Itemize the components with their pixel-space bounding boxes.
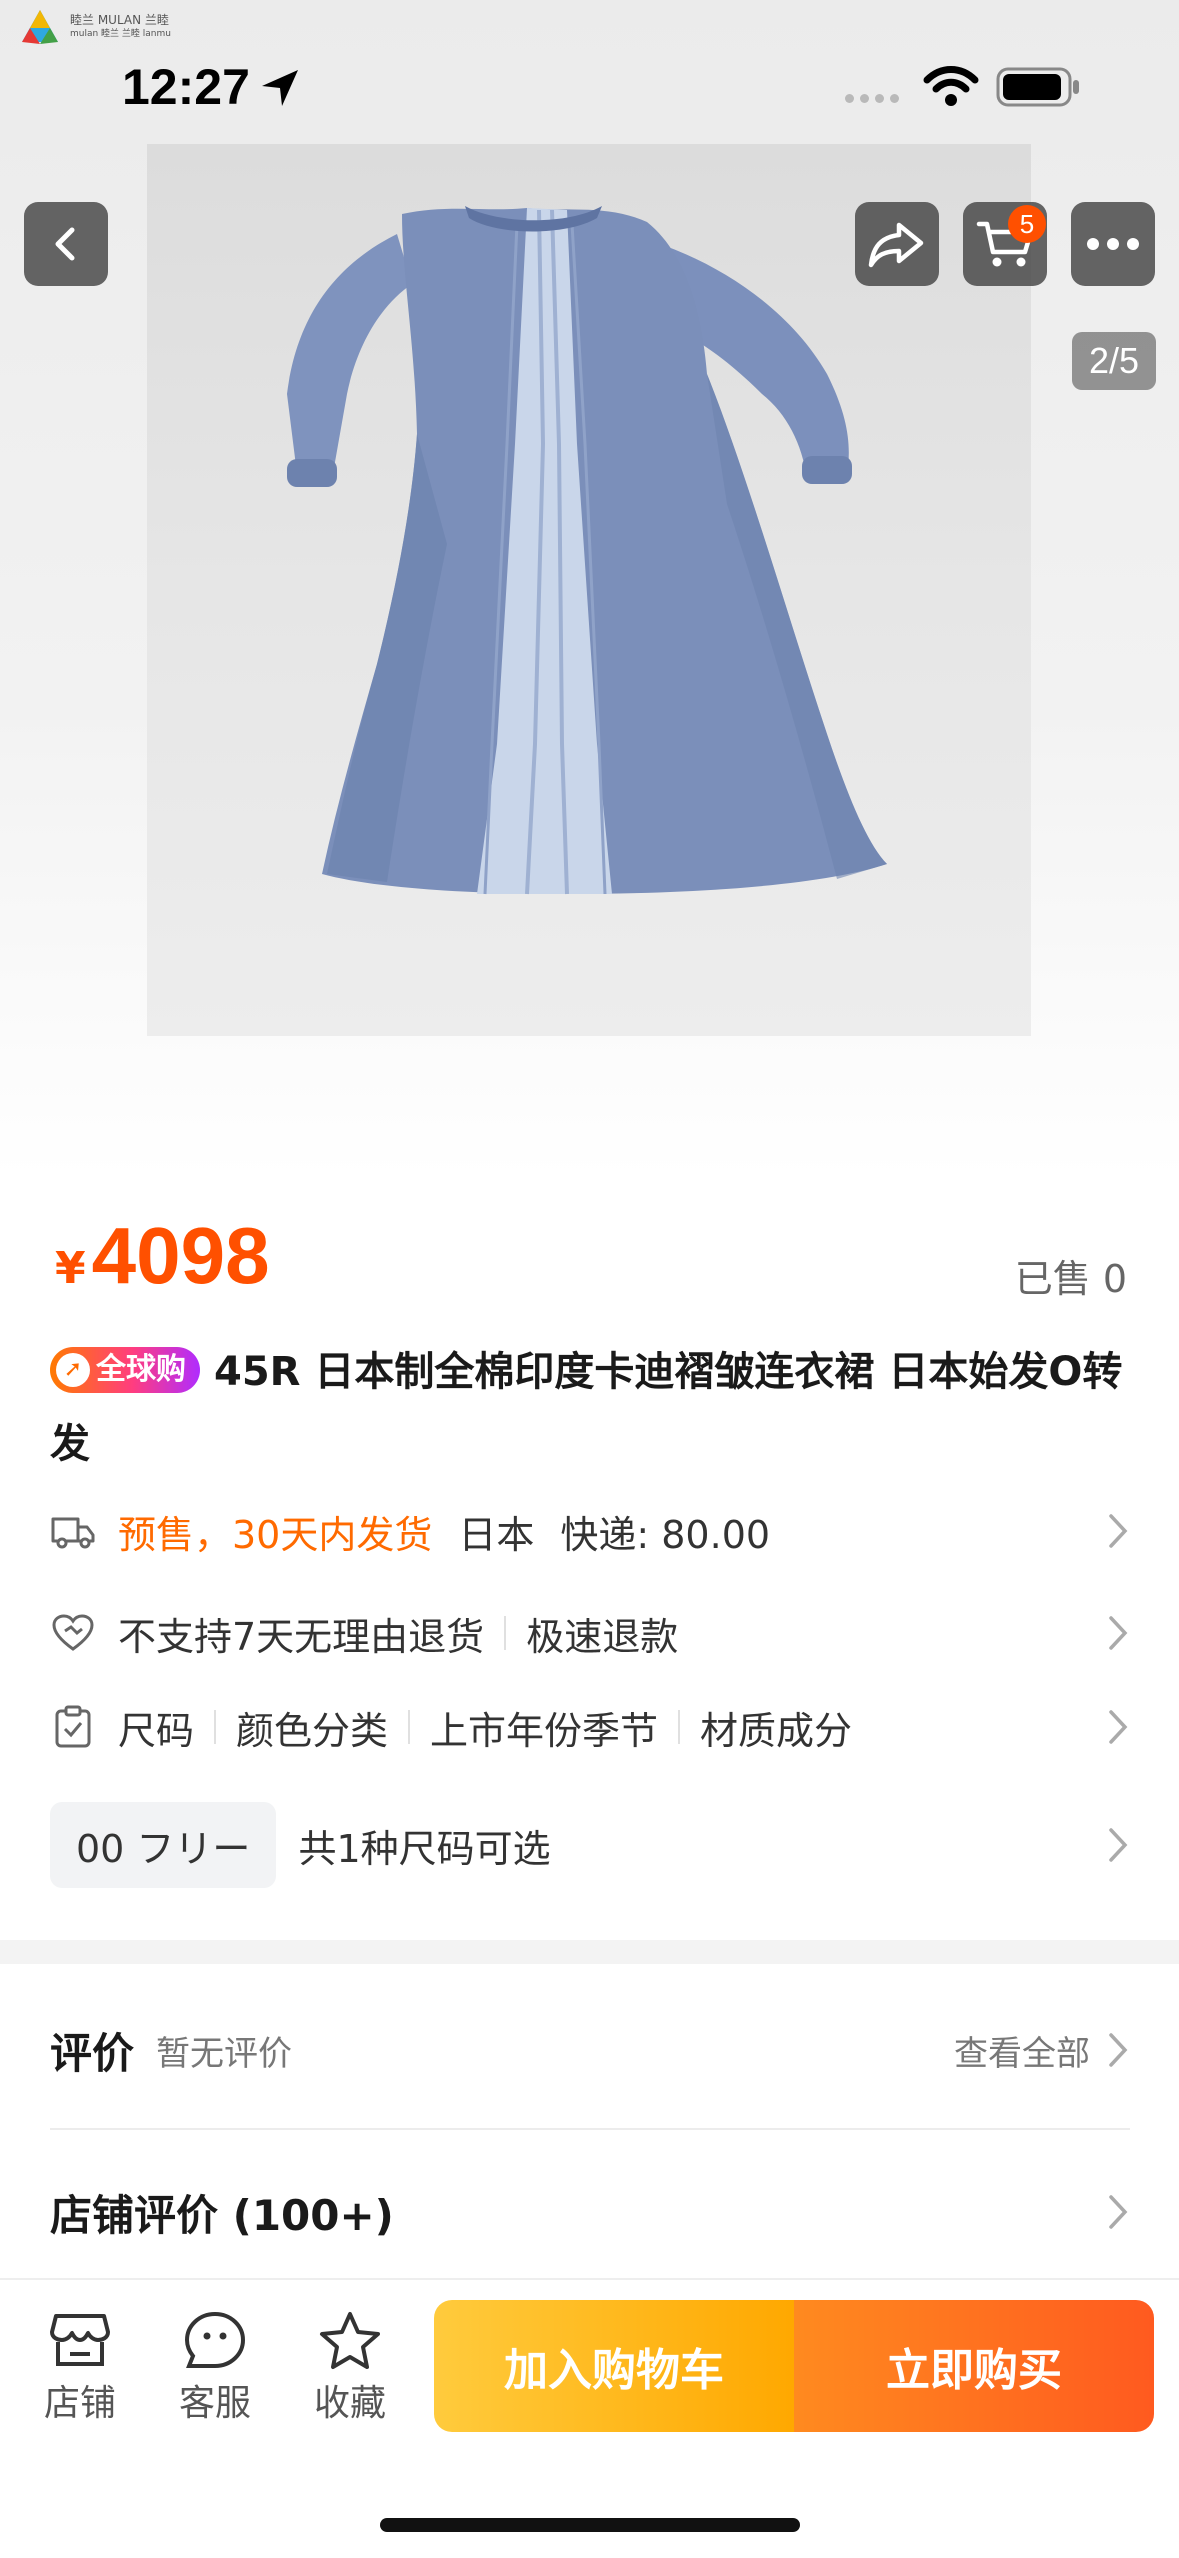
express-fee: 快递: 80.00 bbox=[560, 1512, 771, 1557]
global-buy-label: 全球购 bbox=[96, 1352, 186, 1387]
global-buy-tag: ➚ 全球购 bbox=[50, 1347, 200, 1393]
view-all-reviews-link[interactable]: 查看全部 bbox=[954, 2026, 1090, 2075]
battery-icon bbox=[996, 67, 1079, 107]
chat-smile-icon bbox=[184, 2311, 246, 2368]
location-arrow-icon bbox=[262, 70, 298, 106]
delivery-truck-icon bbox=[50, 1508, 96, 1554]
shop-reviews-title: 店铺评价 (100+) bbox=[50, 2190, 394, 2240]
ship-origin: 日本 bbox=[458, 1512, 535, 1557]
bottom-action-bar: 店铺 客服 收藏 加入购物车 立即购买 bbox=[0, 2278, 1179, 2558]
price: ¥ 4098 bbox=[55, 1210, 270, 1302]
param-material: 材质成分 bbox=[700, 1708, 853, 1753]
customer-service-tab[interactable]: 客服 bbox=[165, 2310, 265, 2426]
mulan-logo-icon bbox=[22, 10, 58, 44]
param-size: 尺码 bbox=[118, 1708, 195, 1753]
heart-shield-icon bbox=[50, 1610, 96, 1656]
cellular-signal-icon bbox=[845, 94, 899, 103]
separator bbox=[408, 1710, 411, 1744]
home-indicator bbox=[380, 2518, 800, 2532]
star-icon bbox=[320, 2312, 380, 2369]
chevron-right-icon bbox=[1109, 1616, 1128, 1650]
product-title: ➚ 全球购 45R 日本制全棉印度卡迪褶皱连衣裙 日本始发O转发 bbox=[50, 1336, 1130, 1480]
price-currency: ¥ bbox=[55, 1243, 86, 1294]
shop-reviews-row[interactable]: 店铺评价 (100+) bbox=[50, 2172, 1130, 2252]
price-value: 4098 bbox=[91, 1211, 270, 1300]
divider bbox=[50, 2128, 1130, 2130]
section-divider bbox=[0, 1940, 1179, 1964]
share-icon bbox=[868, 222, 924, 268]
chevron-right-icon bbox=[1109, 2033, 1128, 2067]
reviews-empty-text: 暂无评价 bbox=[156, 2033, 293, 2074]
size-count-note: 共1种尺码可选 bbox=[298, 1826, 551, 1871]
no-return-text: 不支持7天无理由退货 bbox=[118, 1614, 485, 1659]
cart-count-badge: 5 bbox=[1008, 205, 1046, 243]
sold-count: 已售 0 bbox=[1014, 1257, 1127, 1301]
chevron-right-icon bbox=[1109, 1828, 1128, 1862]
favorite-tab[interactable]: 收藏 bbox=[300, 2310, 400, 2426]
presale-text: 预售，30天内发货 bbox=[118, 1512, 433, 1557]
shipping-row[interactable]: 预售，30天内发货 日本 快递: 80.00 bbox=[50, 1496, 1130, 1566]
status-time: 12:27 bbox=[122, 59, 250, 115]
product-title-text: 45R 日本制全棉印度卡迪褶皱连衣裙 日本始发O转发 bbox=[50, 1349, 1123, 1467]
chevron-right-icon bbox=[1109, 1710, 1128, 1744]
global-buy-icon: ➚ bbox=[56, 1353, 90, 1387]
param-season: 上市年份季节 bbox=[430, 1708, 659, 1753]
customer-service-label: 客服 bbox=[178, 2383, 251, 2424]
size-select-row[interactable]: 00 フリー 共1种尺码可选 bbox=[50, 1802, 1130, 1888]
chevron-right-icon bbox=[1109, 2195, 1128, 2229]
store-label: 店铺 bbox=[43, 2383, 116, 2424]
params-row[interactable]: 尺码 颜色分类 上市年份季节 材质成分 bbox=[50, 1692, 1130, 1762]
add-to-cart-button[interactable]: 加入购物车 bbox=[434, 2300, 794, 2432]
store-tab[interactable]: 店铺 bbox=[30, 2310, 130, 2426]
store-icon bbox=[50, 2314, 110, 2366]
chevron-right-icon bbox=[1109, 1514, 1128, 1548]
wifi-icon bbox=[923, 66, 979, 106]
clipboard-icon bbox=[50, 1704, 96, 1750]
size-option-chip[interactable]: 00 フリー bbox=[50, 1802, 277, 1888]
favorite-label: 收藏 bbox=[313, 2383, 386, 2424]
more-button[interactable] bbox=[1071, 202, 1155, 286]
chevron-left-icon bbox=[55, 227, 75, 261]
separator bbox=[504, 1616, 507, 1650]
watermark-subtext: mulan 睦兰 兰睦 lanmu bbox=[70, 29, 171, 39]
fast-refund-text: 极速退款 bbox=[526, 1614, 679, 1659]
share-button[interactable] bbox=[855, 202, 939, 286]
status-bar: 12:27 bbox=[0, 50, 1179, 130]
back-button[interactable] bbox=[24, 202, 108, 286]
product-gallery[interactable] bbox=[0, 0, 1179, 1178]
purchase-buttons: 加入购物车 立即购买 bbox=[434, 2300, 1154, 2432]
more-dots-icon bbox=[1087, 238, 1139, 250]
buy-now-button[interactable]: 立即购买 bbox=[794, 2300, 1154, 2432]
reviews-row[interactable]: 评价 暂无评价 查看全部 bbox=[50, 2010, 1130, 2090]
service-row[interactable]: 不支持7天无理由退货 极速退款 bbox=[50, 1598, 1130, 1668]
reviews-title: 评价 bbox=[50, 2028, 135, 2078]
separator bbox=[678, 1710, 681, 1744]
separator bbox=[214, 1710, 217, 1744]
param-color: 颜色分类 bbox=[236, 1708, 389, 1753]
image-page-indicator: 2/5 bbox=[1072, 332, 1156, 390]
watermark: 睦兰 MULAN 兰睦 mulan 睦兰 兰睦 lanmu bbox=[20, 8, 171, 46]
watermark-text: 睦兰 MULAN 兰睦 bbox=[70, 13, 169, 27]
